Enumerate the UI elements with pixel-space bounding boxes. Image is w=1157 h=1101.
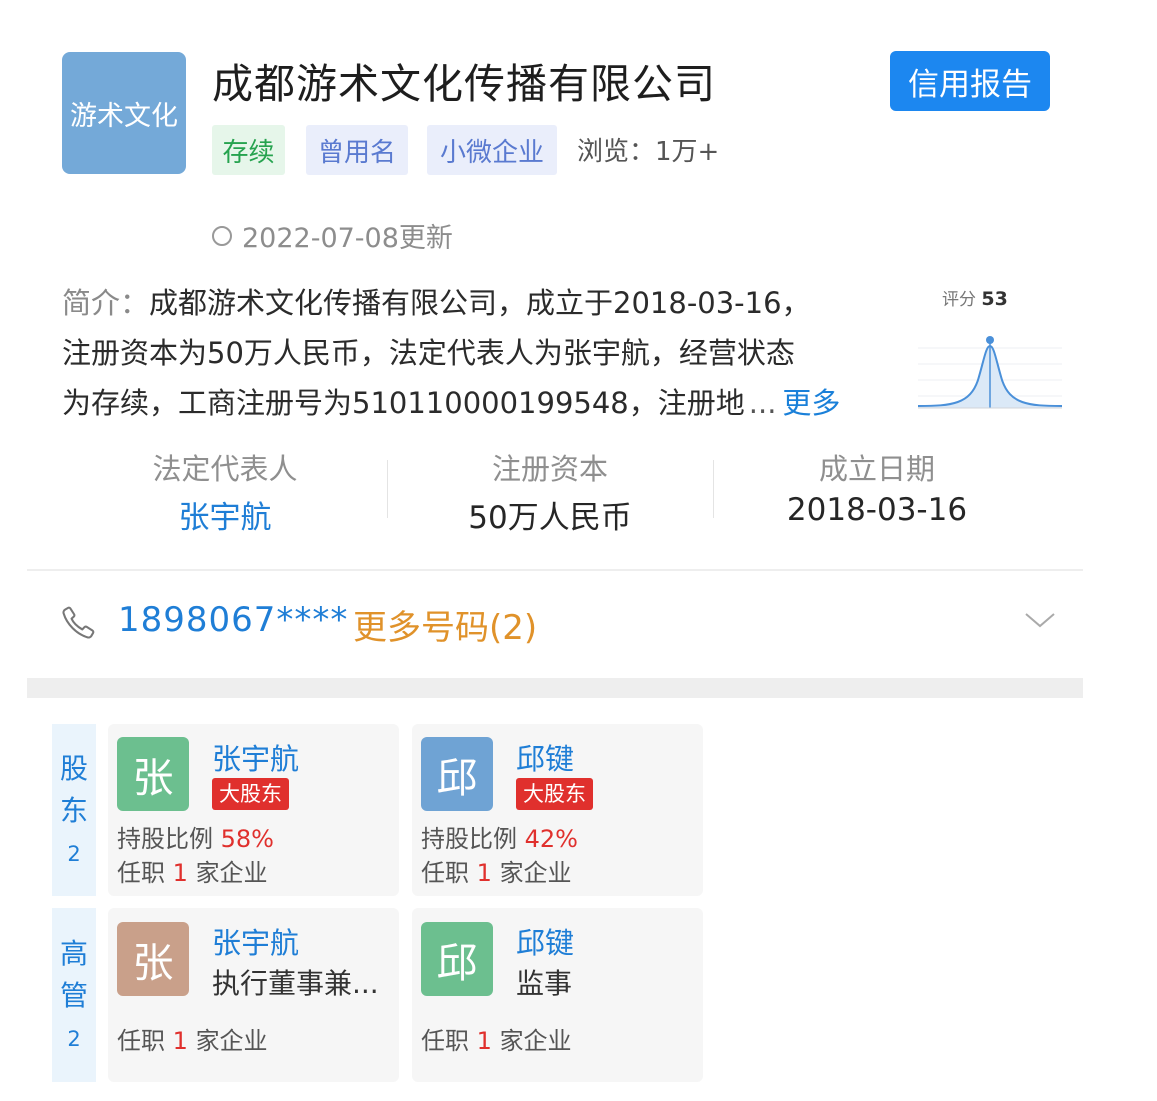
intro-more-link[interactable]: 更多 <box>782 378 840 428</box>
shareholder-name[interactable]: 邱键 <box>516 736 574 778</box>
shareholder-card[interactable]: 张 张宇航 大股东 持股比例 58% 任职 1 家企业 <box>108 724 399 896</box>
intro-line-1: 成都游术文化传播有限公司，成立于2018-03-16， <box>149 286 811 320</box>
executive-name[interactable]: 张宇航 <box>212 920 299 962</box>
legal-rep-label: 法定代表人 <box>152 452 298 486</box>
tab-char: 股 <box>59 752 88 785</box>
executive-card[interactable]: 张 张宇航 执行董事兼... 任职 1 家企业 <box>108 908 399 1082</box>
founded-label: 成立日期 <box>818 452 935 486</box>
capital-value: 50万人民币 <box>468 500 632 536</box>
avatar: 张 <box>117 737 189 811</box>
score-text: 评分 <box>942 290 976 310</box>
company-intro: 简介：成都游术文化传播有限公司，成立于2018-03-16， 注册资本为50万人… <box>62 278 892 428</box>
company-name: 成都游术文化传播有限公司 <box>212 60 716 108</box>
update-info: 2022-07-08更新 <box>212 216 453 255</box>
tab-char: 东 <box>59 794 88 827</box>
executives-tab[interactable]: 高 管 2 <box>52 908 96 1082</box>
avatar: 邱 <box>421 737 493 811</box>
section-divider <box>27 569 1083 571</box>
intro-ellipsis: ... <box>748 386 777 420</box>
more-phones-link[interactable]: 更多号码(2) <box>353 600 537 649</box>
legal-rep-link[interactable]: 张宇航 <box>75 492 375 537</box>
job-count: 任职 1 家企业 <box>421 859 572 887</box>
score-label[interactable]: 评分 53 <box>942 285 1008 310</box>
divider <box>713 460 714 518</box>
shareholder-name[interactable]: 张宇航 <box>212 736 299 778</box>
major-shareholder-badge: 大股东 <box>516 778 593 810</box>
executive-role: 执行董事兼... <box>212 967 379 1000</box>
executive-role: 监事 <box>516 967 573 1000</box>
phone-icon <box>62 606 95 639</box>
intro-line-2: 注册资本为50万人民币，法定代表人为张宇航，经营状态 <box>62 336 795 370</box>
score-distribution-chart <box>917 336 1063 409</box>
founded-value: 2018-03-16 <box>786 492 968 528</box>
company-size-tag: 小微企业 <box>427 125 557 175</box>
logo-text: 游术文化 <box>70 100 178 132</box>
shareholders-tab[interactable]: 股 东 2 <box>52 724 96 896</box>
status-tag: 存续 <box>212 125 285 175</box>
intro-line-3: 为存续，工商注册号为510110000199548，注册地 <box>62 386 745 420</box>
phone-number[interactable]: 1898067**** <box>118 600 348 640</box>
score-value: 53 <box>981 288 1008 310</box>
intro-label: 简介： <box>62 286 150 320</box>
avatar: 张 <box>117 922 189 996</box>
job-count: 任职 1 家企业 <box>117 859 268 887</box>
section-separator <box>27 678 1083 698</box>
major-shareholder-badge: 大股东 <box>212 778 289 810</box>
chevron-down-icon[interactable] <box>1022 608 1058 632</box>
share-ratio: 持股比例 58% <box>117 825 274 853</box>
job-count: 任职 1 家企业 <box>117 1027 268 1055</box>
share-ratio: 持股比例 42% <box>421 825 578 853</box>
job-count: 任职 1 家企业 <box>421 1027 572 1055</box>
update-date: 2022-07-08更新 <box>242 223 453 254</box>
executive-card[interactable]: 邱 邱键 监事 任职 1 家企业 <box>412 908 703 1082</box>
credit-report-button[interactable]: 信用报告 <box>890 51 1050 111</box>
executive-count: 2 <box>67 1027 81 1051</box>
shareholder-count: 2 <box>67 842 81 866</box>
executive-name[interactable]: 邱键 <box>516 920 574 962</box>
view-count: 浏览：1万+ <box>577 137 720 167</box>
shareholder-card[interactable]: 邱 邱键 大股东 持股比例 42% 任职 1 家企业 <box>412 724 703 896</box>
avatar: 邱 <box>421 922 493 996</box>
divider <box>387 460 388 518</box>
former-name-tag[interactable]: 曾用名 <box>306 125 408 175</box>
capital-label: 注册资本 <box>491 452 608 486</box>
refresh-icon <box>212 225 232 246</box>
tab-char: 高 <box>59 937 88 970</box>
tab-char: 管 <box>59 979 88 1012</box>
company-logo: 游术文化 <box>62 52 186 174</box>
